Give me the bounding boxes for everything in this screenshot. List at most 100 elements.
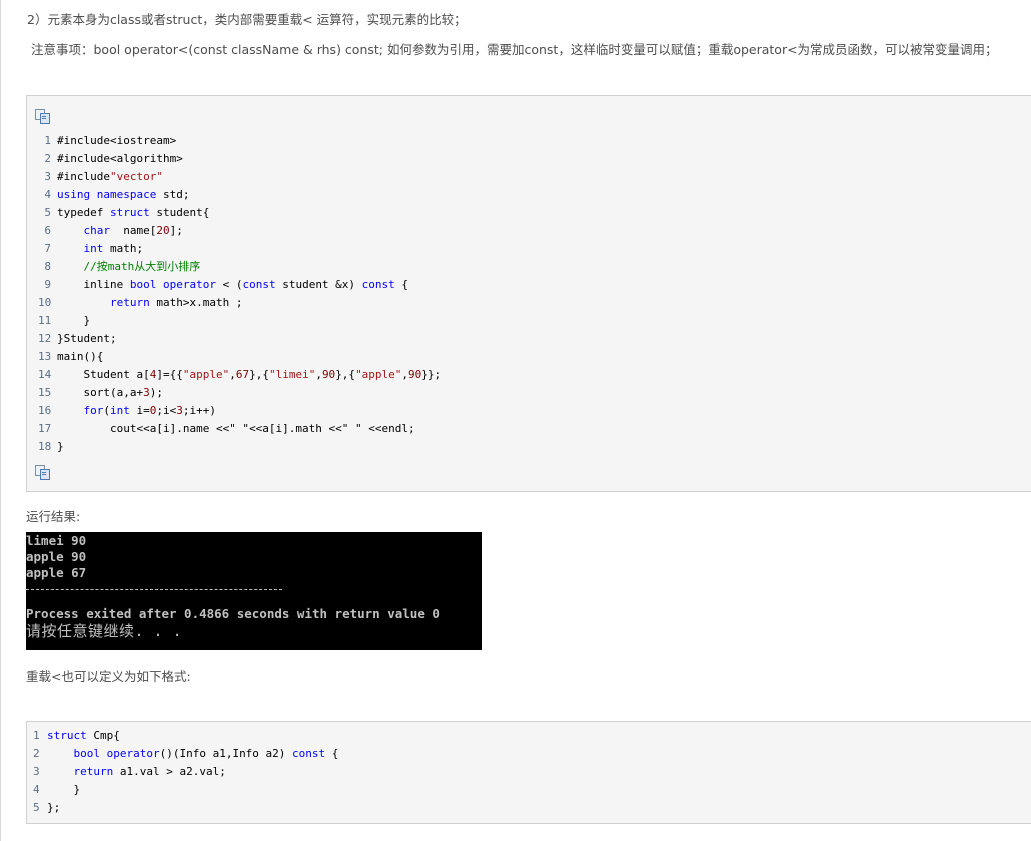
- code-line: 8 //按math从大到小排序: [38, 258, 441, 276]
- code-token: "apple": [182, 368, 230, 381]
- code-token: " ": [341, 422, 362, 435]
- code-token: return: [73, 765, 114, 778]
- code-token: return: [109, 296, 150, 309]
- code-token: }: [57, 314, 91, 327]
- code-token: < (: [215, 278, 243, 291]
- line-number: 15: [38, 386, 52, 399]
- code-token: ,: [229, 368, 236, 381]
- code-token: bool operator: [73, 747, 160, 760]
- console-output-lines: limei 90 apple 90 apple 67: [26, 533, 482, 581]
- code-line: 17 cout<<a[i].name <<" "<<a[i].math <<" …: [38, 420, 441, 438]
- code-line: 14 Student a[4]={{"apple",67},{"limei",9…: [38, 366, 441, 384]
- code-token: cout<<a[i].name <<: [57, 422, 230, 435]
- code-line: 12}Student;: [38, 330, 441, 348]
- code-token: inline: [57, 278, 130, 291]
- code-token: const: [242, 278, 276, 291]
- code-token: i=: [129, 404, 150, 417]
- console-process-line: Process exited after 0.4866 seconds with…: [26, 606, 440, 621]
- line-number: 17: [38, 422, 52, 435]
- code-token: char: [83, 224, 111, 237]
- code-line: 7 int math;: [38, 240, 441, 258]
- code-token: (: [103, 404, 110, 417]
- code-token: main(){: [57, 350, 104, 363]
- code-token: <<endl;: [361, 422, 415, 435]
- code-line: 1 #include<iostream>: [38, 132, 441, 150]
- line-number: 4: [44, 188, 51, 201]
- code-token: #include: [57, 170, 110, 183]
- code-token: Cmp{: [86, 729, 120, 742]
- code-token: }Student;: [57, 332, 117, 345]
- line-number: 14: [38, 368, 52, 381]
- code-line: 3 return a1.val > a2.val;: [33, 763, 338, 781]
- code-block-1: 1 #include<iostream> 2 #include<algorithm> 3…: [26, 95, 1031, 492]
- code-token: },{: [249, 368, 269, 381]
- code-line: 1 struct Cmp{: [33, 727, 338, 745]
- code-token: "apple": [355, 368, 402, 381]
- code-token: student &x): [275, 278, 362, 291]
- code-token: for: [83, 404, 104, 417]
- line-number: 4: [33, 783, 40, 796]
- code-token: 20: [156, 224, 170, 237]
- copy-code-icon[interactable]: [35, 109, 50, 124]
- line-number: 2: [44, 152, 51, 165]
- code-token: " ": [229, 422, 250, 435]
- code-token: int: [83, 242, 104, 255]
- code-line: 13 main(){: [38, 348, 441, 366]
- intro-line: 2）元素本身为class或者struct，类内部需要重载< 运算符，实现元素的比…: [27, 12, 467, 27]
- line-number: 11: [38, 314, 52, 327]
- code-token: a1.val > a2.val;: [113, 765, 226, 778]
- line-number: 6: [44, 224, 51, 237]
- line-number: 13: [38, 350, 52, 363]
- code-token: 3: [143, 386, 150, 399]
- code-line: 6 char name[20];: [38, 222, 441, 240]
- code-token: {: [325, 747, 339, 760]
- line-number: 8: [44, 260, 51, 273]
- code-line: 5 typedef struct student{: [38, 204, 441, 222]
- code-token: std;: [156, 188, 190, 201]
- code-token: Student a[: [57, 368, 150, 381]
- code-token: using namespace: [57, 188, 157, 201]
- code-lines: 1 struct Cmp{ 2 bool operator()(Info a1,In…: [33, 727, 338, 817]
- code-token: student{: [149, 206, 210, 219]
- console-line: apple 67: [26, 565, 87, 580]
- code-token: typedef: [57, 206, 110, 219]
- code-token: };: [47, 801, 61, 814]
- code-token: "limei": [268, 368, 316, 381]
- code-token: 90: [321, 368, 336, 381]
- code-token: ()(Info a1,Info a2): [159, 747, 293, 760]
- code-token: 90: [408, 368, 422, 381]
- code-line: 15 sort(a,a+3);: [38, 384, 441, 402]
- code-line: 10 return math>x.math ;: [38, 294, 441, 312]
- code-token: sort(a,a+: [57, 386, 144, 399]
- code-token: "vector": [109, 170, 163, 183]
- code-token: 67: [235, 368, 250, 381]
- code-line: 4 using namespace std;: [38, 186, 441, 204]
- code-token: math>x.math ;: [149, 296, 243, 309]
- code-token: );: [149, 386, 163, 399]
- code-line: 3 #include"vector": [38, 168, 441, 186]
- code-token: ,: [315, 368, 322, 381]
- code-token: int: [110, 404, 130, 417]
- code-line: 16 for(int i=0;i<3;i++): [38, 402, 441, 420]
- line-number: 16: [38, 404, 52, 417]
- code-token: {: [394, 278, 409, 291]
- code-lines: 1 #include<iostream> 2 #include<algorithm> 3…: [38, 132, 441, 456]
- code-token: 3: [176, 404, 183, 417]
- code-line: 9 inline bool operator < (const student …: [38, 276, 441, 294]
- code-token: ;i<: [156, 404, 177, 417]
- copy-code-icon[interactable]: [35, 465, 50, 480]
- code-token: }: [47, 783, 81, 796]
- line-number: 2: [33, 747, 40, 760]
- line-number: 1: [33, 729, 40, 742]
- code-token: struct: [109, 206, 150, 219]
- code-line: 2 #include<algorithm>: [38, 150, 441, 168]
- result-label: 运行结果:: [26, 509, 81, 524]
- code-token: const: [292, 747, 326, 760]
- code-token: //按math从大到小排序: [83, 260, 201, 273]
- left-border: [0, 0, 1, 841]
